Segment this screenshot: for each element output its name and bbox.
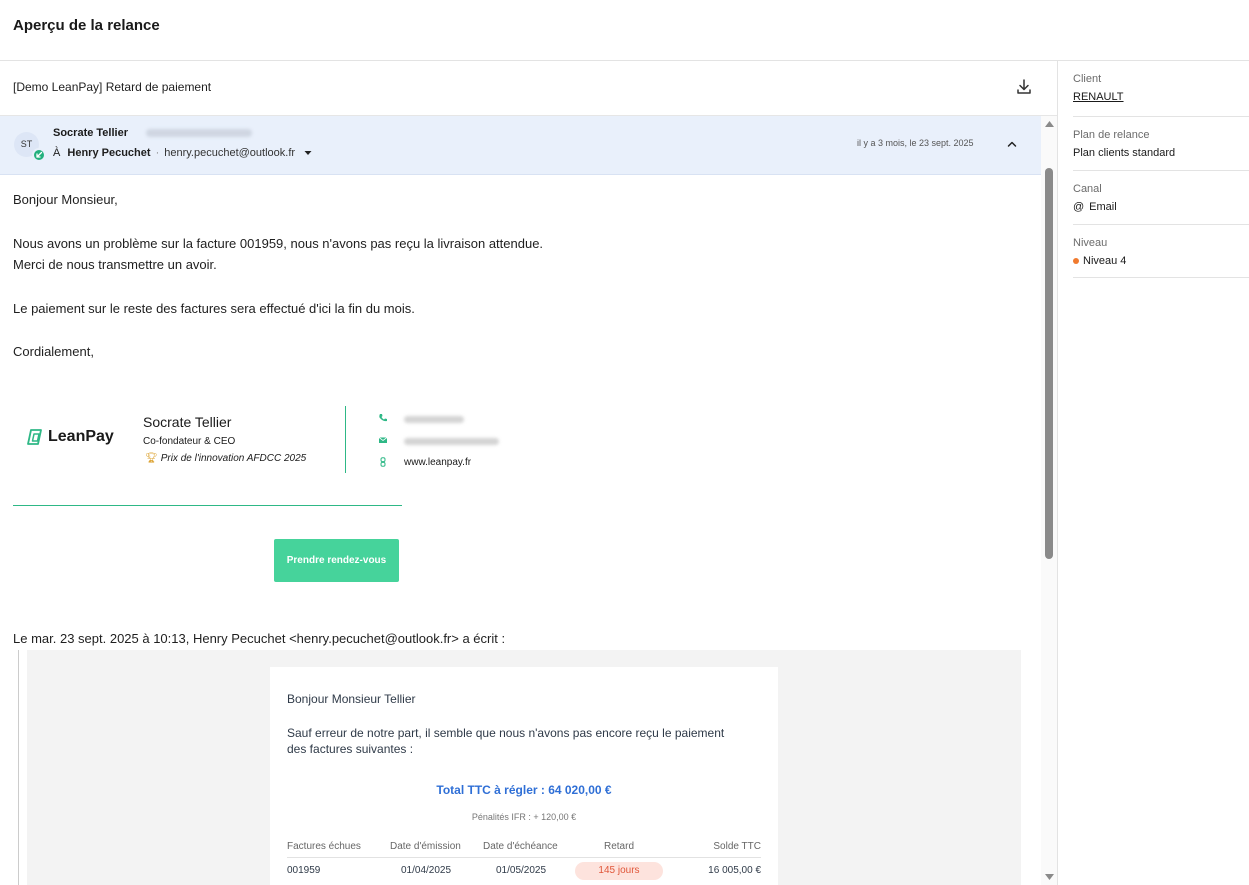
phone-icon	[379, 414, 387, 422]
email-redacted	[404, 438, 499, 445]
phone-redacted	[404, 416, 464, 423]
quote-header: Le mar. 23 sept. 2025 à 10:13, Henry Pec…	[13, 631, 506, 646]
body-line: Nous avons un problème sur la facture 00…	[13, 236, 544, 251]
recipient-row[interactable]: À Henry Pecuchet · henry.pecuchet@outlook.…	[53, 147, 312, 159]
leanpay-logo: LeanPay	[25, 427, 114, 447]
scroll-thumb[interactable]	[1045, 168, 1053, 559]
body-line: Bonjour Monsieur,	[13, 192, 118, 207]
quoted-message-card: Bonjour Monsieur Tellier Sauf erreur de …	[270, 667, 778, 885]
at-sign-icon: @	[1073, 201, 1085, 213]
total-due: Total TTC à régler : 64 020,00 €	[436, 783, 612, 797]
scroll-down-icon[interactable]	[1044, 873, 1055, 881]
plan-label: Plan de relance	[1073, 129, 1150, 141]
page-title: Aperçu de la relance	[13, 17, 160, 34]
body-line: Le paiement sur le reste des factures se…	[13, 301, 415, 316]
client-section: Client RENAULT	[1073, 61, 1249, 117]
signature-divider	[345, 406, 346, 473]
sender-email-redacted	[146, 129, 252, 137]
delay-badge: 145 jours	[575, 862, 663, 880]
column-header: Date d'échéance	[483, 841, 558, 852]
balance-amount: 16 005,00 €	[708, 865, 761, 876]
channel-section: Canal @ Email	[1073, 171, 1249, 225]
signature-website[interactable]: www.leanpay.fr	[404, 457, 471, 468]
caret-down-icon[interactable]	[304, 150, 312, 156]
client-link[interactable]: RENAULT	[1073, 91, 1124, 103]
plan-value: Plan clients standard	[1073, 147, 1176, 159]
quoted-paragraph-line: des factures suivantes :	[287, 742, 414, 756]
column-header: Date d'émission	[390, 841, 461, 852]
signature-role: Co-fondateur & CEO	[143, 436, 236, 447]
level-section: Niveau Niveau 4	[1073, 225, 1249, 278]
details-sidebar: Client RENAULT Plan de relance Plan clie…	[1059, 61, 1249, 885]
channel-value: @ Email	[1073, 201, 1117, 213]
recipient-email: henry.pecuchet@outlook.fr	[164, 147, 296, 159]
mail-icon	[378, 437, 388, 443]
subject-bar: [Demo LeanPay] Retard de paiement	[0, 61, 1057, 116]
due-date: 01/05/2025	[496, 865, 547, 876]
column-header: Factures échues	[287, 841, 361, 852]
to-prefix: À	[53, 147, 61, 159]
email-subject: [Demo LeanPay] Retard de paiement	[13, 80, 212, 94]
quoted-greeting: Bonjour Monsieur Tellier	[287, 692, 416, 706]
signature-separator	[13, 505, 402, 506]
level-label: Niveau	[1073, 237, 1108, 249]
penalty-note: Pénalités IFR : + 120,00 €	[471, 812, 577, 822]
body-line: Merci de nous transmettre un avoir.	[13, 257, 217, 272]
scroll-up-icon[interactable]	[1044, 120, 1055, 128]
page-header: Aperçu de la relance	[0, 0, 1249, 61]
table-divider	[287, 857, 761, 858]
sender-header[interactable]: ST Socrate Tellier À Henry Pecuchet · henr…	[0, 116, 1041, 175]
column-header: Retard	[603, 841, 634, 852]
link-icon	[380, 457, 386, 467]
signature-name: Socrate Tellier	[143, 414, 232, 430]
book-meeting-button[interactable]: Prendre rendez-vous	[274, 539, 399, 582]
level-value: Niveau 4	[1073, 255, 1126, 267]
chevron-up-icon[interactable]	[1006, 138, 1018, 150]
separator: ·	[155, 147, 160, 159]
body-line: Cordialement,	[13, 344, 94, 359]
quoted-paragraph-line: Sauf erreur de notre part, il semble que…	[287, 726, 725, 740]
plan-section: Plan de relance Plan clients standard	[1073, 117, 1249, 171]
download-icon[interactable]	[1015, 78, 1033, 96]
trophy-icon: 🏆︎	[145, 453, 158, 464]
level-dot-icon	[1073, 258, 1079, 265]
leanpay-logo-icon	[27, 429, 42, 445]
channel-label: Canal	[1073, 183, 1102, 195]
email-timestamp: il y a 3 mois, le 23 sept. 2025	[857, 138, 974, 148]
quote-border	[18, 650, 19, 885]
reply-arrow-icon	[32, 148, 46, 162]
logo-text: LeanPay	[48, 428, 114, 445]
recipient-name: Henry Pecuchet	[67, 147, 151, 159]
client-label: Client	[1073, 73, 1102, 85]
email-preview-panel: [Demo LeanPay] Retard de paiement ST Soc…	[0, 61, 1058, 885]
invoice-number: 001959	[287, 865, 321, 876]
issue-date: 01/04/2025	[401, 865, 452, 876]
sender-name: Socrate Tellier	[53, 127, 128, 139]
column-header: Solde TTC	[713, 841, 761, 852]
signature-award: 🏆︎ Prix de l'innovation AFDCC 2025	[145, 453, 307, 464]
